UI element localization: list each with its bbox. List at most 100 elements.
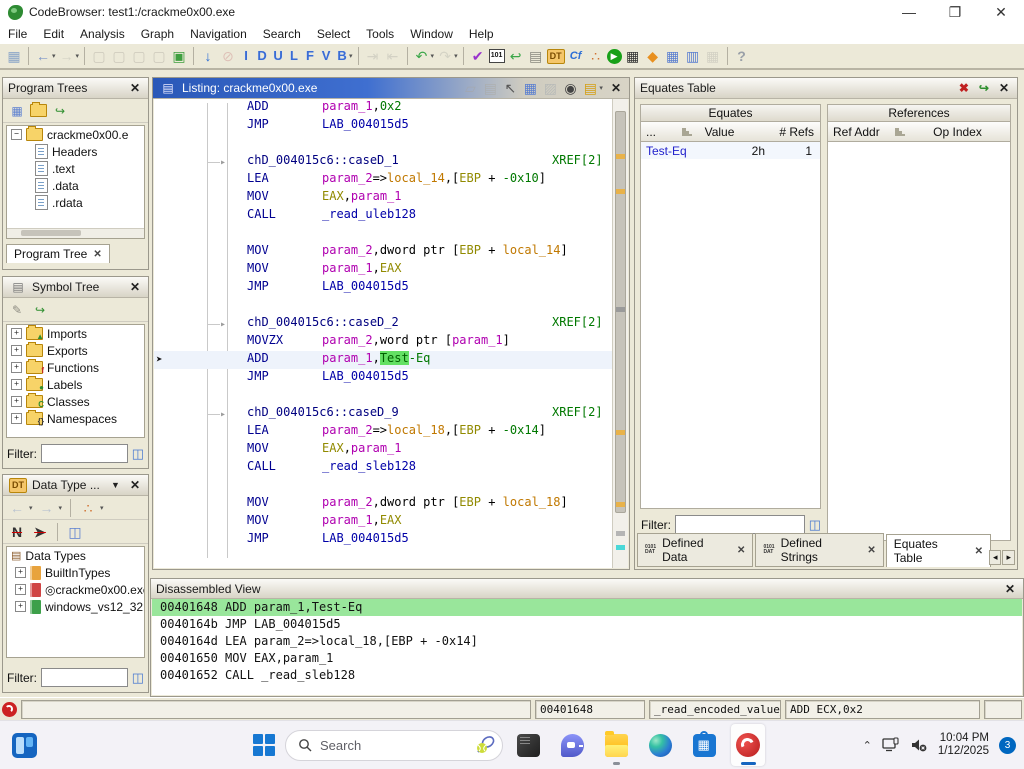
memory-map-icon-2[interactable]: ▢ [110, 47, 128, 65]
open-folder-icon[interactable] [30, 104, 47, 117]
listing-line[interactable] [154, 387, 613, 405]
xref-link[interactable]: XREF[2] [552, 405, 603, 419]
disassembled-line[interactable]: 00401652 CALL _read_sleb128 [152, 667, 1022, 684]
export-equates-icon[interactable]: ↪ [976, 81, 992, 95]
dtm-forward-icon[interactable]: → [38, 499, 56, 517]
redo-icon[interactable]: ↷ [436, 47, 454, 65]
listing-line[interactable] [154, 297, 613, 315]
memory-map-icon-3[interactable]: ▢ [130, 47, 148, 65]
equates-column-headers[interactable]: ... Value # Refs [640, 122, 821, 142]
listing-line[interactable] [154, 477, 613, 495]
preview-window-icon[interactable]: ◫ [66, 523, 84, 541]
taskbar-clock[interactable]: 10:04 PM 1/12/2025 [938, 732, 989, 758]
save-icon[interactable]: ▦ [5, 47, 23, 65]
listing-line[interactable]: CALL_read_uleb128 [154, 207, 613, 225]
forward-icon-dropdown[interactable]: ▾ [76, 52, 80, 60]
tab-close-icon[interactable]: ✕ [737, 545, 745, 556]
edit-symbol-icon[interactable]: ✎ [8, 301, 26, 319]
menu-graph[interactable]: Graph [133, 27, 182, 41]
listing-line[interactable]: MOVparam_1,EAX [154, 513, 613, 531]
menu-analysis[interactable]: Analysis [72, 27, 133, 41]
notification-badge[interactable]: 3 [999, 737, 1016, 754]
memory-snapshot-icon[interactable]: ▣ [170, 47, 188, 65]
variable-v-icon[interactable]: V [319, 47, 333, 65]
forward-icon[interactable]: → [58, 47, 76, 65]
disassembled-line[interactable]: 00401648 ADD param_1,Test-Eq [152, 599, 1022, 616]
function-f-icon[interactable]: F [303, 47, 317, 65]
run-script-icon[interactable]: ▶ [607, 49, 622, 64]
back-icon-dropdown[interactable]: ▾ [52, 52, 56, 60]
export-tree-icon[interactable]: ↪ [51, 102, 69, 120]
listing-code-view[interactable]: ADDparam_1,0x2JMPLAB_004015d5▸chD_004015… [154, 99, 613, 568]
tree-item-root[interactable]: −crackme0x00.e [7, 126, 144, 143]
tree-item-Headers[interactable]: Headers [7, 143, 144, 160]
expander-icon[interactable]: + [15, 567, 26, 578]
data-type-manager-icon[interactable]: DT [547, 49, 565, 64]
tab-scroll-right-icon[interactable]: ▸ [1002, 550, 1015, 565]
close-button[interactable]: ✕ [978, 0, 1024, 24]
tree-item-text[interactable]: .text [7, 160, 144, 177]
sidebar-item-namespaces[interactable]: +{}Namespaces [7, 410, 144, 427]
filter-options-icon[interactable]: ◫ [132, 446, 144, 462]
label-l-icon[interactable]: L [287, 47, 301, 65]
menu-help[interactable]: Help [461, 27, 502, 41]
memory-map-icon-4[interactable]: ▢ [150, 47, 168, 65]
undefine-u-icon[interactable]: U [271, 47, 285, 65]
display-options-icon-dropdown[interactable]: ▾ [599, 84, 603, 92]
listing-line[interactable]: MOVEAX,param_1 [154, 189, 613, 207]
disassembled-line[interactable]: 0040164b JMP LAB_004015d5 [152, 616, 1022, 633]
program-trees-close-icon[interactable]: ✕ [127, 81, 143, 95]
listing-line[interactable]: MOVparam_2,dword ptr [EBP + local_14] [154, 243, 613, 261]
tree-item-builtintypes[interactable]: +BuiltInTypes [7, 564, 144, 581]
sidebar-item-imports[interactable]: +▲Imports [7, 325, 144, 342]
back-icon[interactable]: ← [34, 47, 52, 65]
tab-close-icon[interactable]: ✕ [867, 545, 875, 556]
equates-filter-input[interactable] [675, 515, 805, 534]
menu-navigation[interactable]: Navigation [182, 27, 255, 41]
expander-icon[interactable]: + [11, 379, 22, 390]
bank-icon[interactable]: ▦ [704, 47, 722, 65]
c-source-icon[interactable]: Cf [567, 47, 585, 65]
disassembled-view-body[interactable]: 00401648 ADD param_1,Test-Eq0040164b JMP… [152, 599, 1022, 695]
symbol-tree-close-icon[interactable]: ✕ [127, 280, 143, 294]
program-tree-hscrollbar[interactable] [7, 228, 144, 238]
listing-line[interactable] [154, 225, 613, 243]
equates-filter-options-icon[interactable]: ◫ [809, 517, 821, 533]
tray-chevron-icon[interactable]: ⌃ [863, 739, 872, 752]
expander-icon[interactable]: + [11, 345, 22, 356]
dtm-back-icon[interactable]: ← [8, 499, 26, 517]
equates-table-row[interactable]: Test-Eq2h1 [641, 142, 820, 159]
taskbar-app-terminal[interactable] [513, 723, 543, 767]
help-icon[interactable]: ? [733, 47, 751, 65]
new-tree-icon[interactable]: ▦ [8, 102, 26, 120]
listing-line[interactable]: LEAparam_2=>local_14,[EBP + -0x10] [154, 171, 613, 189]
listing-line[interactable]: JMPLAB_004015d5 [154, 369, 613, 387]
export-symbols-icon[interactable]: ↪ [31, 301, 49, 319]
tree-item-data-types[interactable]: ▤Data Types [7, 547, 144, 564]
listing-scrollbar[interactable] [612, 99, 628, 568]
listing-line[interactable]: MOVparam_2,dword ptr [EBP + local_18] [154, 495, 613, 513]
listing-close-icon[interactable]: ✕ [608, 81, 624, 95]
tab-close-icon[interactable]: ✕ [975, 546, 983, 557]
jump-out-icon[interactable]: ⇤ [384, 47, 402, 65]
disassembled-line[interactable]: 0040164d LEA param_2=>local_18,[EBP + -0… [152, 633, 1022, 650]
tree-item-windows_vs12_32[interactable]: +windows_vs12_32 [7, 598, 144, 615]
listing-label-line[interactable]: ▸chD_004015c6::caseD_9XREF[2] [154, 405, 613, 423]
menu-search[interactable]: Search [255, 27, 309, 41]
xref-link[interactable]: XREF[2] [552, 153, 603, 167]
references-column-headers[interactable]: Ref Addr Op Index [827, 122, 1011, 142]
dtm-menu-icon[interactable]: ▼ [108, 480, 123, 490]
sidebar-item-labels[interactable]: +●Labels [7, 376, 144, 393]
diff-icon[interactable]: ▨ [541, 79, 559, 97]
go-down-icon[interactable]: ↓ [199, 47, 217, 65]
validate-icon[interactable]: ✔ [469, 47, 487, 65]
listing-line[interactable] [154, 135, 613, 153]
table-export-icon[interactable]: ▥ [684, 47, 702, 65]
xref-link[interactable]: XREF[2] [552, 315, 603, 329]
paste-icon[interactable]: ▤ [481, 79, 499, 97]
redo-icon-dropdown[interactable]: ▾ [454, 52, 458, 60]
expander-icon[interactable]: + [15, 601, 26, 612]
instruction-i-icon[interactable]: I [239, 47, 253, 65]
network-icon[interactable] [882, 737, 900, 753]
taskbar-app-explorer[interactable] [601, 723, 631, 767]
